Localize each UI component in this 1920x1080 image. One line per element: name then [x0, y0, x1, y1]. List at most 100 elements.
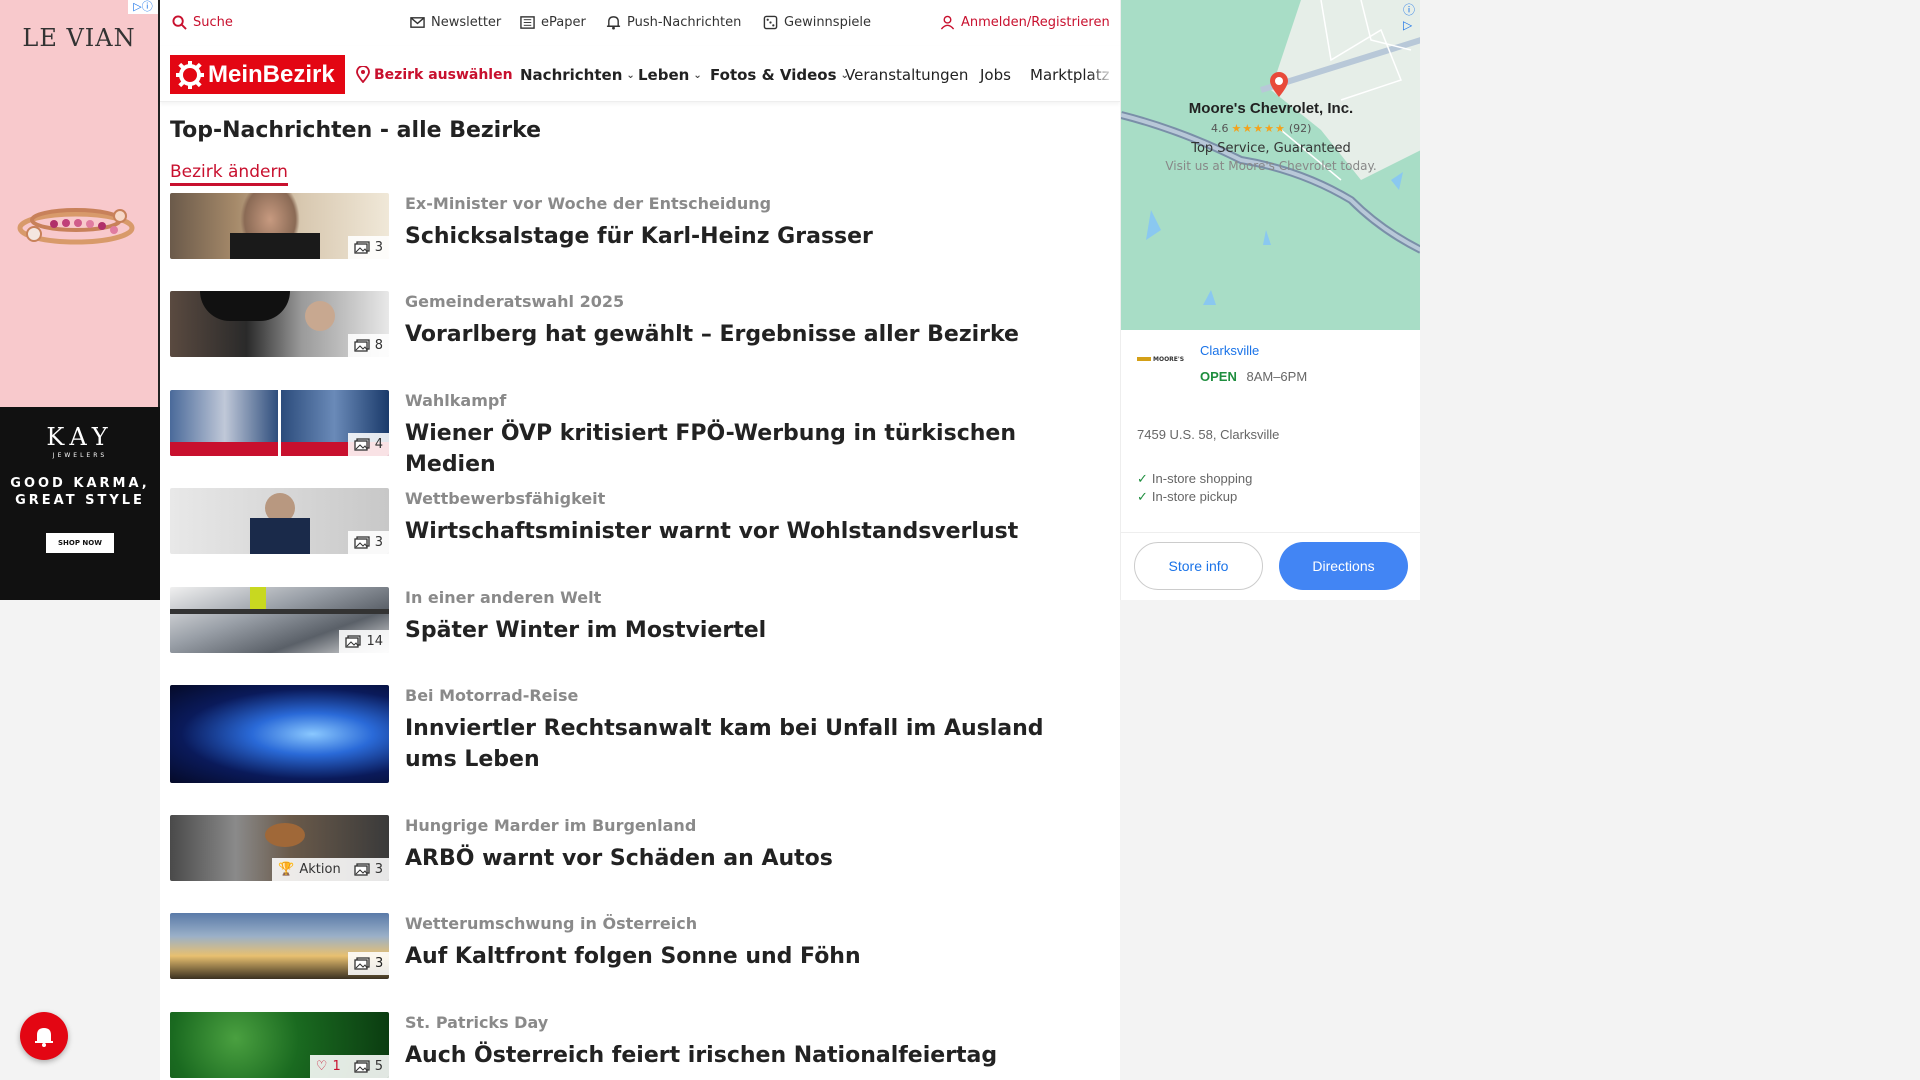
feature-item: ✓ In-store shopping	[1137, 471, 1252, 487]
photo-count-badge: 🏆 Aktion 3	[272, 858, 389, 881]
search-label: Suche	[193, 15, 233, 30]
article-headline[interactable]: Wirtschaftsminister warnt vor Wohlstands…	[405, 516, 1085, 547]
nav-veranstaltungen[interactable]: Veranstaltungen	[845, 66, 968, 84]
bezirk-select[interactable]: Bezirk auswählen	[356, 66, 513, 83]
gallery-icon	[354, 1060, 370, 1073]
push-notifications-link[interactable]: Push-Nachrichten	[606, 15, 741, 30]
article-kicker: Hungrige Marder im Burgenland	[405, 816, 697, 835]
business-rating: 4.6 ★★★★★ (92)	[1211, 122, 1311, 135]
hours: 8AM–6PM	[1246, 369, 1308, 384]
ad-choices-icon[interactable]: ⓘ ▷	[1403, 1, 1415, 32]
login-label: Anmelden/Registrieren	[961, 15, 1110, 30]
article-headline[interactable]: ARBÖ warnt vor Schäden an Autos	[405, 843, 1085, 874]
store-city[interactable]: Clarksville	[1200, 343, 1259, 358]
check-icon: ✓	[1137, 471, 1148, 486]
article-thumbnail[interactable]: 14	[170, 587, 389, 653]
article-thumbnail[interactable]: 8	[170, 291, 389, 357]
nav-nachrichten-label: Nachrichten	[520, 66, 623, 84]
photo-count: 3	[374, 535, 383, 550]
store-logo-text: MOORE'S	[1153, 355, 1185, 363]
change-bezirk-link[interactable]: Bezirk ändern	[170, 162, 288, 186]
store-info-button[interactable]: Store info	[1134, 542, 1263, 590]
feature-item: ✓ In-store pickup	[1137, 489, 1237, 505]
photo-count-badge: ♡ 1 5	[309, 1055, 389, 1078]
nav-nachrichten[interactable]: Nachrichten ⌄	[520, 66, 635, 84]
dice-icon	[763, 15, 778, 30]
article-thumbnail[interactable]: 3	[170, 488, 389, 554]
article-headline[interactable]: Später Winter im Mostviertel	[405, 615, 1085, 646]
search-link[interactable]: Suche	[172, 15, 233, 30]
article-headline[interactable]: Auch Österreich feiert irischen National…	[405, 1040, 1085, 1071]
kay-sub: JEWELERS	[52, 452, 108, 459]
store-address: 7459 U.S. 58, Clarksville	[1137, 427, 1280, 442]
gallery-icon	[354, 957, 370, 970]
article-headline[interactable]: Auf Kaltfront folgen Sonne und Föhn	[405, 941, 1085, 972]
nav-jobs[interactable]: Jobs	[980, 66, 1011, 84]
article-kicker: Ex-Minister vor Woche der Entscheidung	[405, 194, 772, 213]
gallery-icon	[354, 438, 370, 451]
photo-count-badge: 3	[347, 236, 389, 259]
article-thumbnail[interactable]: 4	[170, 390, 389, 456]
check-icon: ✓	[1137, 489, 1148, 504]
epaper-link[interactable]: ePaper	[520, 15, 586, 30]
mail-icon	[410, 17, 425, 28]
aktion-label: Aktion	[299, 862, 341, 877]
map-area[interactable]: ⓘ ▷ Moore's Chevrolet, Inc. 4.6 ★★★★★ (92…	[1121, 0, 1420, 330]
open-status: OPEN	[1200, 369, 1237, 384]
nav-leben[interactable]: Leben ⌄	[638, 66, 702, 84]
gewinnspiele-link[interactable]: Gewinnspiele	[763, 15, 871, 30]
map-ad[interactable]: ⓘ ▷ Moore's Chevrolet, Inc. 4.6 ★★★★★ (92…	[1120, 0, 1420, 600]
photo-count-badge: 4	[347, 433, 389, 456]
nav-fotos-label: Fotos & Videos	[710, 66, 837, 84]
article-kicker: Gemeinderatswahl 2025	[405, 292, 625, 311]
article-headline[interactable]: Vorarlberg hat gewählt – Ergebnisse alle…	[405, 319, 1085, 350]
kay-ad-panel[interactable]: KAY JEWELERS GOOD KARMA, GREAT STYLE SHO…	[0, 407, 160, 600]
article-thumbnail[interactable]: ♡ 1 5	[170, 1012, 389, 1078]
ad-slogan: GOOD KARMA, GREAT STYLE	[0, 475, 160, 509]
store-hours: OPEN 8AM–6PM	[1200, 369, 1307, 384]
review-count: (92)	[1288, 122, 1312, 135]
heart-icon[interactable]: ♡	[316, 1059, 328, 1074]
directions-button[interactable]: Directions	[1279, 542, 1408, 590]
gallery-icon	[354, 536, 370, 549]
article-headline[interactable]: Innviertler Rechtsanwalt kam bei Unfall …	[405, 713, 1085, 775]
login-link[interactable]: Anmelden/Registrieren	[940, 15, 1110, 30]
gallery-icon	[354, 339, 370, 352]
article-headline[interactable]: Schicksalstage für Karl-Heinz Grasser	[405, 221, 1085, 252]
bell-icon	[606, 16, 621, 30]
logo-text: MeinBezirk	[208, 60, 335, 88]
le-vian-logo: LE VIAN	[22, 24, 136, 52]
store-row[interactable]: MOORE'S Clarksville OPEN 8AM–6PM	[1137, 340, 1407, 390]
ad-choices-icon[interactable]: ▷ⓘ	[128, 0, 158, 14]
left-banner-ad[interactable]: ▷ⓘ LE VIAN KAY JEWELERS GOOD KARMA, GREA…	[0, 0, 160, 600]
article-headline[interactable]: Wiener ÖVP kritisiert FPÖ-Werbung in tür…	[405, 418, 1085, 480]
rating-value: 4.6	[1211, 122, 1229, 135]
nav-fotos-videos[interactable]: Fotos & Videos ⌄	[710, 66, 849, 84]
article-thumbnail[interactable]	[170, 685, 389, 783]
meinbezirk-logo[interactable]: MeinBezirk	[170, 55, 345, 94]
nav-marktplatz[interactable]: Marktplatz	[1030, 66, 1115, 84]
photo-count-badge: 14	[339, 630, 389, 653]
le-vian-ad-panel[interactable]: ▷ⓘ LE VIAN	[0, 0, 160, 407]
article-thumbnail[interactable]: 🏆 Aktion 3	[170, 815, 389, 881]
article-kicker: Wahlkampf	[405, 391, 507, 410]
map-pin-icon[interactable]	[1269, 72, 1289, 98]
nav-veranstaltungen-label: Veranstaltungen	[845, 66, 969, 84]
gallery-icon	[354, 863, 370, 876]
business-name[interactable]: Moore's Chevrolet, Inc.	[1121, 100, 1420, 117]
notification-bell-button[interactable]	[20, 1012, 68, 1060]
top-utility-bar: Suche Newsletter ePaper Push-Nachrichten…	[160, 0, 1120, 46]
photo-count: 4	[374, 437, 383, 452]
trophy-icon: 🏆	[278, 862, 295, 877]
nav-leben-label: Leben	[638, 66, 690, 84]
photo-count: 8	[374, 338, 383, 353]
location-pin-icon	[356, 66, 370, 83]
business-tagline: Top Service, Guaranteed	[1191, 141, 1351, 156]
main-navbar: MeinBezirk Bezirk auswählen Nachrichten ⌄…	[160, 46, 1120, 102]
shop-now-button[interactable]: SHOP NOW	[46, 533, 114, 553]
article-kicker: Wetterumschwung in Österreich	[405, 914, 698, 933]
article-thumbnail[interactable]: 3	[170, 193, 389, 259]
business-sub: Visit us at Moore's Chevrolet today.	[1165, 159, 1377, 173]
article-kicker: In einer anderen Welt	[405, 588, 602, 607]
newsletter-link[interactable]: Newsletter	[410, 15, 501, 30]
